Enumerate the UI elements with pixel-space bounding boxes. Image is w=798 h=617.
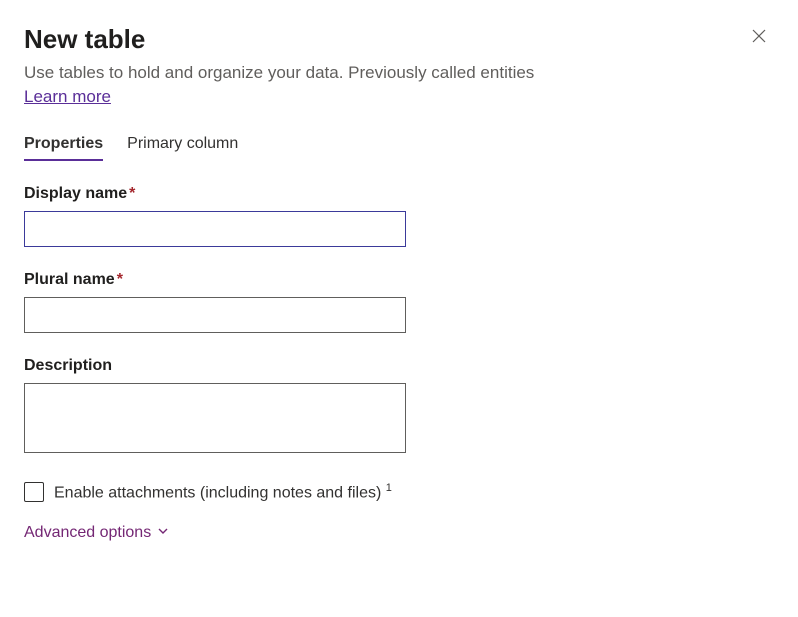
description-textarea[interactable] (24, 383, 406, 453)
display-name-label: Display name* (24, 185, 774, 203)
tabs: Properties Primary column (24, 135, 774, 161)
chevron-down-icon (157, 524, 169, 542)
tab-properties[interactable]: Properties (24, 135, 103, 161)
display-name-input[interactable] (24, 211, 406, 247)
page-subtitle: Use tables to hold and organize your dat… (24, 63, 774, 83)
advanced-options-toggle[interactable]: Advanced options (24, 524, 169, 542)
tab-primary-column[interactable]: Primary column (127, 135, 238, 161)
close-icon (752, 27, 766, 47)
plural-name-label: Plural name* (24, 271, 774, 289)
advanced-options-label: Advanced options (24, 524, 151, 542)
close-button[interactable] (744, 24, 774, 50)
required-asterisk: * (129, 185, 135, 202)
plural-name-group: Plural name* (24, 271, 774, 333)
display-name-group: Display name* (24, 185, 774, 247)
description-label: Description (24, 357, 774, 375)
plural-name-input[interactable] (24, 297, 406, 333)
learn-more-link[interactable]: Learn more (24, 87, 111, 107)
required-asterisk: * (117, 271, 123, 288)
page-title: New table (24, 24, 145, 55)
enable-attachments-row: Enable attachments (including notes and … (24, 482, 774, 502)
enable-attachments-label: Enable attachments (including notes and … (54, 482, 392, 502)
description-group: Description (24, 357, 774, 458)
enable-attachments-checkbox[interactable] (24, 482, 44, 502)
